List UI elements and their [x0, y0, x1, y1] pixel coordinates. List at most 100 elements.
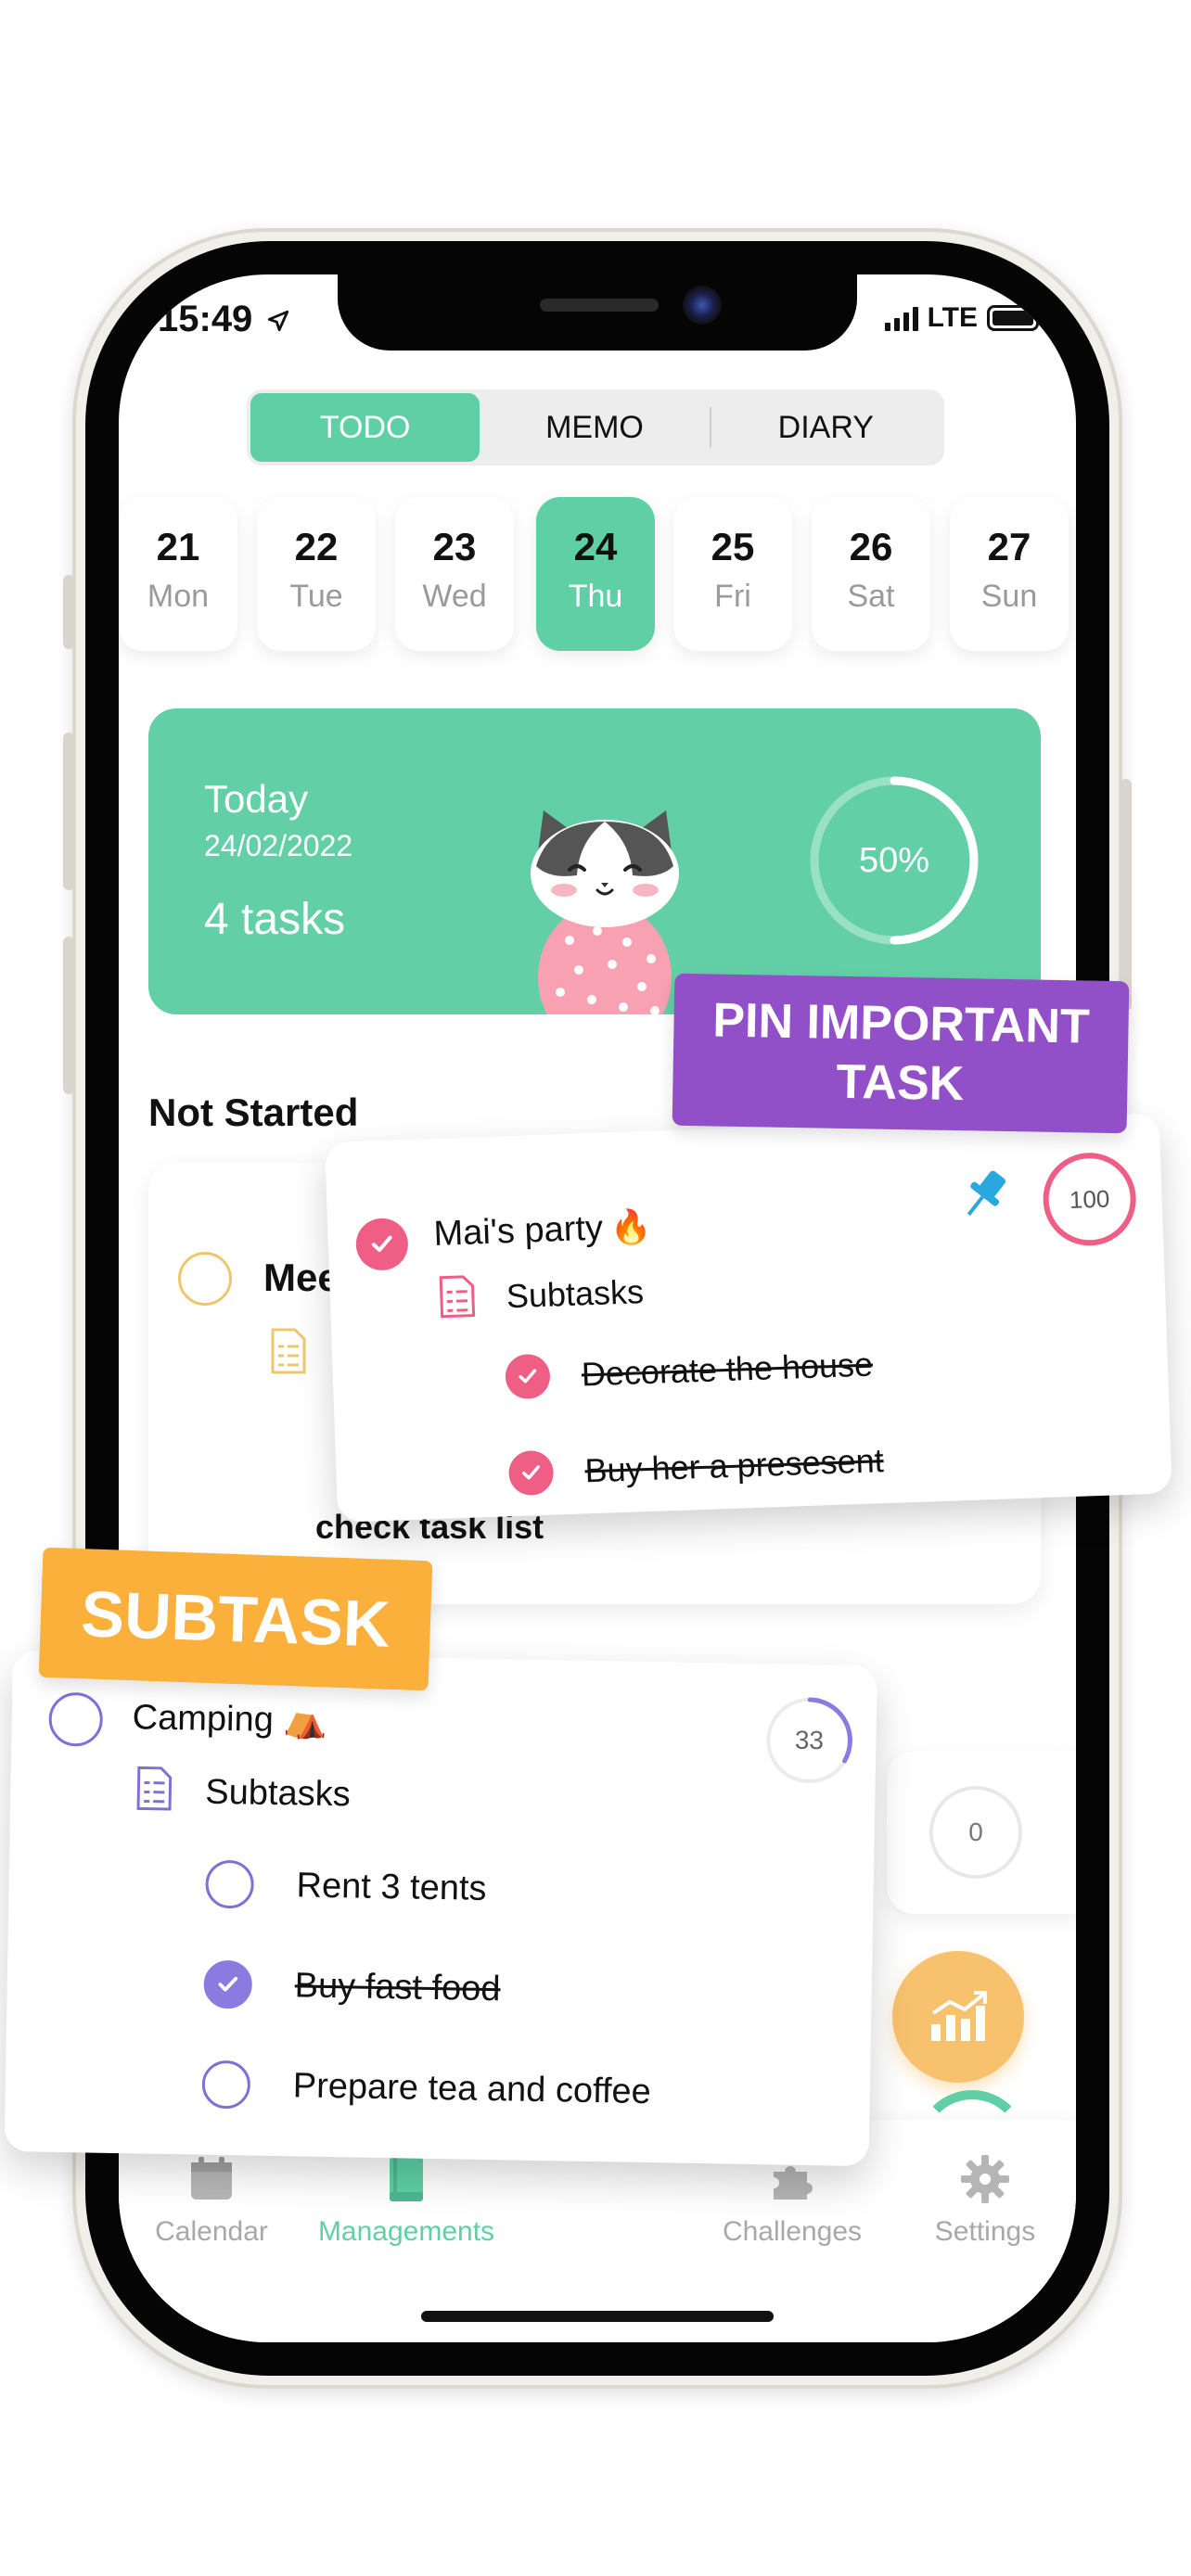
day-chip-sun[interactable]: 27 Sun [950, 497, 1069, 651]
tab-memo[interactable]: MEMO [480, 393, 709, 462]
subtask-row[interactable]: Buy fast food [203, 1959, 501, 2014]
pushpin-icon[interactable] [949, 1161, 1018, 1230]
subtask-checkbox-checked[interactable] [505, 1353, 551, 1400]
day-chip-tue[interactable]: 22 Tue [257, 497, 376, 651]
calendar-icon [191, 2157, 232, 2200]
today-date: 24/02/2022 [204, 829, 353, 862]
statistics-button[interactable] [892, 1951, 1024, 2083]
day-of-week: Tue [289, 579, 343, 614]
status-time-text: 15:49 [158, 299, 253, 339]
subtask-label: Decorate the house [581, 1345, 874, 1394]
subtask-task-card[interactable]: Camping ⛺ 33 Subtasks Rent 3 tents Buy f… [4, 1651, 877, 2167]
today-title: Today [204, 777, 309, 821]
home-indicator [421, 2311, 774, 2322]
pinned-task-title-text: Mai's party [432, 1208, 604, 1254]
subtask-task-title-text: Camping [132, 1698, 275, 1740]
network-type: LTE [927, 302, 978, 333]
day-number: 21 [156, 525, 200, 568]
day-number: 25 [711, 525, 755, 568]
task-checkbox[interactable] [48, 1691, 104, 1747]
day-of-week: Sat [847, 579, 895, 614]
subtask-checkbox[interactable] [201, 2060, 251, 2110]
week-day-strip: 21 Mon 22 Tue 23 Wed 24 Thu 25 Fri 26 Sa… [119, 497, 1076, 655]
tab-challenges-label: Challenges [722, 2216, 863, 2247]
day-number: 22 [294, 525, 339, 568]
subtask-label: Prepare tea and coffee [292, 2065, 652, 2111]
subtask-row[interactable]: Prepare tea and coffee [201, 2060, 651, 2116]
pinned-subtasks-label: Subtasks [506, 1272, 645, 1316]
subtasks-label: Subtasks [205, 1772, 352, 1815]
task-title-partial: Mee [263, 1256, 339, 1299]
subtasks-doc-icon [439, 1275, 476, 1319]
day-number: 23 [432, 525, 477, 568]
subtask-checkbox-checked[interactable] [507, 1449, 555, 1497]
day-number: 24 [573, 525, 618, 568]
subtask-banner-text: SUBTASK [80, 1577, 391, 1661]
tab-todo[interactable]: TODO [250, 393, 480, 462]
tab-calendar-label: Calendar [155, 2216, 268, 2247]
subtask-checkbox-checked[interactable] [203, 1959, 253, 2009]
day-of-week: Fri [714, 579, 751, 614]
location-arrow-icon [268, 310, 289, 332]
pinned-task-card[interactable]: Mai's party 🔥 100 Subtasks Decorate the h… [325, 1113, 1172, 1523]
cat-illustration [531, 810, 679, 1014]
day-number: 27 [987, 525, 1031, 568]
day-of-week: Mon [147, 579, 210, 614]
task-card-right[interactable]: 0 [887, 1751, 1076, 1914]
day-chip-sat[interactable]: 26 Sat [812, 497, 930, 651]
subtask-label: Buy her a presesent [583, 1441, 885, 1490]
subtasks-doc-icon [136, 1766, 173, 1811]
pinned-task-title: Mai's party 🔥 [433, 1207, 653, 1255]
today-summary-card[interactable]: Today 24/02/2022 4 tasks 50% [148, 708, 1041, 1014]
tab-managements[interactable]: Managements [314, 2153, 499, 2248]
gear-icon [961, 2155, 1009, 2203]
section-title-not-started: Not Started [148, 1090, 359, 1134]
day-chip-fri[interactable]: 25 Fri [673, 497, 792, 651]
mode-segmented-control: TODO MEMO DIARY [247, 389, 944, 465]
task-score-ring: 0 [929, 1786, 1022, 1879]
tab-diary[interactable]: DIARY [711, 393, 941, 462]
status-time: 15:49 [158, 299, 290, 340]
today-progress-label: 50% [858, 840, 930, 880]
subtask-task-title: Camping ⛺ [132, 1697, 327, 1741]
subtask-label: Buy fast food [294, 1965, 501, 2009]
subtasks-doc-icon [271, 1328, 306, 1374]
subtask-row[interactable]: Rent 3 tents [205, 1859, 487, 1913]
tab-settings-label: Settings [934, 2216, 1036, 2247]
app-promo-stage: 15:49 LTE TODO MEMO DIARY 21 Mon 22 Tue … [0, 0, 1191, 2576]
cellular-signal-icon [884, 305, 918, 331]
side-button [63, 575, 74, 649]
signal-group: LTE [884, 302, 1039, 334]
checkmark-icon [371, 1235, 392, 1253]
bar-chart-icon [931, 1991, 987, 2041]
tab-calendar[interactable]: Calendar [119, 2153, 304, 2248]
pinned-subtask-row[interactable]: Buy her a presesent [507, 1438, 885, 1497]
day-chip-mon[interactable]: 21 Mon [119, 497, 237, 651]
today-task-count: 4 tasks [204, 895, 346, 944]
subtask-score-label: 33 [794, 1725, 825, 1755]
pinned-task-checkbox[interactable] [354, 1217, 409, 1271]
day-number: 26 [849, 525, 893, 568]
pin-important-banner-text: PIN IMPORTANT TASK [672, 990, 1129, 1117]
subtask-label: Rent 3 tents [296, 1865, 487, 1908]
battery-icon [987, 305, 1039, 331]
checkmark-icon [519, 1369, 537, 1384]
day-of-week: Wed [422, 579, 487, 614]
subtask-checkbox[interactable] [205, 1859, 255, 1909]
task-checkbox[interactable] [178, 1252, 232, 1306]
subtask-banner: SUBTASK [38, 1547, 433, 1691]
banner-line: PIN IMPORTANT [711, 993, 1091, 1054]
day-chip-wed[interactable]: 23 Wed [395, 497, 514, 651]
day-chip-thu-selected[interactable]: 24 Thu [536, 497, 655, 651]
volume-up-button [63, 733, 74, 890]
pinned-task-score-ring: 100 [1041, 1151, 1138, 1247]
volume-down-button [63, 937, 74, 1094]
banner-line: TASK [836, 1054, 965, 1112]
checkmark-icon [522, 1465, 540, 1480]
tab-settings[interactable]: Settings [892, 2153, 1076, 2248]
day-of-week: Sun [980, 579, 1038, 614]
day-of-week: Thu [568, 579, 623, 614]
pinned-subtask-row[interactable]: Decorate the house [505, 1343, 874, 1400]
tab-challenges[interactable]: Challenges [699, 2153, 885, 2248]
tab-managements-label: Managements [317, 2216, 495, 2247]
